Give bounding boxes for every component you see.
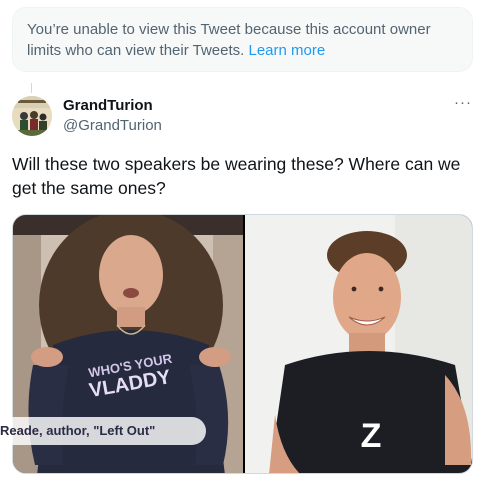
video-caption: Reade, author, "Left Out"	[0, 417, 206, 445]
author-name[interactable]: GrandTurion	[63, 97, 153, 114]
notice-text: You’re unable to view this Tweet because…	[27, 21, 431, 59]
avatar[interactable]	[12, 96, 52, 136]
more-options-button[interactable]: ···	[450, 95, 476, 116]
shirt-letter: Z	[361, 417, 382, 455]
restricted-tweet-notice: You’re unable to view this Tweet because…	[12, 7, 473, 72]
media-image-right[interactable]: Z	[245, 215, 472, 473]
avatar-image	[12, 96, 52, 136]
learn-more-link[interactable]: Learn more	[248, 42, 325, 59]
author-handle[interactable]: @GrandTurion	[63, 117, 162, 134]
thread-connector-line	[31, 83, 32, 93]
man-speaker-image: Z	[245, 215, 472, 473]
tweet-text: Will these two speakers be wearing these…	[12, 154, 461, 198]
